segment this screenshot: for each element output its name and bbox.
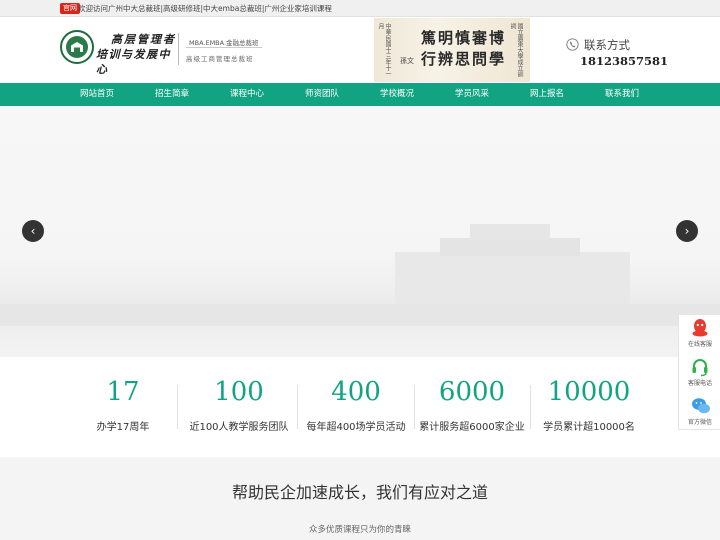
stat-value: 6000 [438, 377, 506, 407]
stat-value: 17 [106, 377, 140, 407]
nav-item-contact[interactable]: 联系我们 [585, 83, 659, 106]
banner-building-roof [470, 224, 550, 240]
stat-caption: 学员累计超10000名 [543, 422, 635, 433]
stat-item: 100 近100人教学服务团队 [179, 375, 299, 433]
side-float-toolbar: 在线客服 客服电话 官方微信 [678, 314, 720, 430]
stat-value: 100 [214, 377, 264, 407]
calligraphy-main-row-2: 行辨思問學 [421, 50, 507, 68]
logo-text[interactable]: 高层管理者 培训与发展中心 [96, 32, 176, 77]
stat-caption: 累计服务超6000家企业 [419, 422, 525, 433]
side-item-wechat[interactable]: 官方微信 [679, 393, 720, 431]
banner-ground [0, 304, 720, 326]
banner-next-button[interactable]: › [676, 220, 698, 242]
welcome-text: 欢迎访问广州中大总裁班|高级研修班|中大emba总裁班|广州企业家培训课程 [78, 4, 332, 13]
logo-subtitle-2: 高级工商管理总裁班 [186, 55, 254, 63]
side-item-online-service[interactable]: 在线客服 [679, 315, 720, 353]
nav-item-admissions[interactable]: 招生简章 [135, 83, 209, 106]
calligraphy-signature: 孫文 [400, 57, 414, 65]
stat-caption: 近100人教学服务团队 [189, 422, 289, 433]
logo-divider [178, 33, 179, 65]
banner-prev-button[interactable]: ‹ [22, 220, 44, 242]
stat-value: 10000 [547, 377, 631, 407]
logo-line-2: 培训与发展中心 [96, 48, 171, 76]
nav-item-students[interactable]: 学员风采 [435, 83, 509, 106]
side-item-label: 在线客服 [687, 341, 712, 348]
stat-caption: 每年超400场学员活动 [306, 422, 406, 433]
nav-item-courses[interactable]: 课程中心 [210, 83, 284, 106]
logo-emblem-icon[interactable] [60, 30, 94, 64]
banner-building-top [440, 238, 580, 256]
contact-phone[interactable]: 18123857581 [580, 54, 668, 68]
courses-intro-section: 帮助民企加速成长，我们有应对之道 众多优质课程只为你的青睐 [0, 457, 720, 540]
stat-item: 10000 学员累计超10000名 [529, 375, 649, 433]
calligraphy-right-column: 國立廣東大學成立訓詞 [509, 23, 523, 77]
qq-icon [692, 319, 708, 337]
section-heading: 帮助民企加速成长，我们有应对之道 [231, 483, 488, 502]
logo-subtitle-1: MBA.EMBA.金融总裁班 [186, 37, 262, 48]
stats-section: 17 办学17周年 100 近100人教学服务团队 400 每年超400场学员活… [0, 357, 720, 457]
stat-item: 6000 累计服务超6000家企业 [412, 375, 532, 433]
side-item-label: 官方微信 [687, 419, 712, 426]
side-item-phone[interactable]: 客服电话 [679, 354, 720, 392]
top-bar: 官网 欢迎访问广州中大总裁班|高级研修班|中大emba总裁班|广州企业家培训课程 [0, 0, 720, 17]
banner-building [395, 252, 630, 310]
chevron-right-icon: › [684, 224, 690, 238]
hero-banner[interactable]: ‹ › [0, 106, 720, 357]
nav-item-about[interactable]: 学校概况 [360, 83, 434, 106]
main-nav: 网站首页 招生简章 课程中心 师资团队 学校概况 学员风采 网上报名 联系我们 [0, 83, 720, 106]
side-item-label: 客服电话 [687, 380, 712, 387]
contact-label: 联系方式 [584, 38, 630, 52]
wechat-icon [692, 398, 710, 414]
stat-caption: 办学17周年 [96, 422, 150, 433]
header: 高层管理者 培训与发展中心 MBA.EMBA.金融总裁班 高级工商管理总裁班 中… [0, 17, 720, 83]
calligraphy-main: 篤明慎審博 行辨思問學 [421, 28, 506, 70]
chevron-left-icon: ‹ [30, 224, 36, 238]
calligraphy-motto: 中華民國十三年十一月 孫文 篤明慎審博 行辨思問學 國立廣東大學成立訓詞 [374, 18, 530, 82]
stat-value: 400 [331, 377, 381, 407]
phone-icon [566, 38, 579, 51]
logo-line-1: 高层管理者 [111, 33, 176, 46]
nav-item-register[interactable]: 网上报名 [510, 83, 584, 106]
stat-item: 400 每年超400场学员活动 [296, 375, 416, 433]
official-badge: 官网 [60, 3, 80, 14]
stat-item: 17 办学17周年 [63, 375, 183, 433]
section-subheading: 众多优质课程只为你的青睐 [308, 525, 411, 535]
stat-divider [177, 385, 178, 429]
headset-icon [692, 359, 708, 377]
nav-item-faculty[interactable]: 师资团队 [285, 83, 359, 106]
calligraphy-left-column: 中華民國十三年十一月 [377, 23, 391, 77]
calligraphy-main-row-1: 篤明慎審博 [421, 29, 507, 47]
nav-item-home[interactable]: 网站首页 [60, 83, 134, 106]
